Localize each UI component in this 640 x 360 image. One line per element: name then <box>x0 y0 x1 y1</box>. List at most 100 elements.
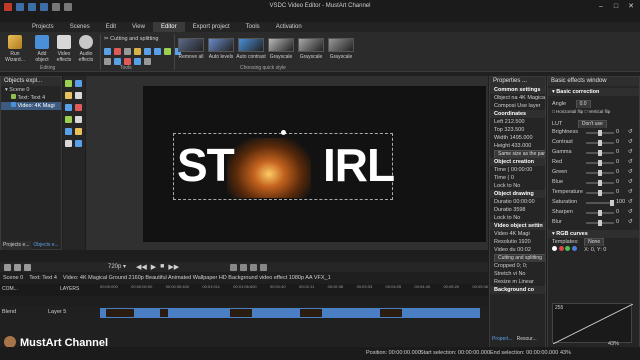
vertical-flip-checkbox[interactable]: □ Vertical flip <box>585 109 611 114</box>
property-row[interactable]: Top 323.500 <box>490 126 545 134</box>
menu-scenes[interactable]: Scenes <box>62 22 98 32</box>
menu-editor[interactable]: Editor <box>152 22 185 32</box>
slider-track[interactable] <box>586 150 614 156</box>
stop-icon[interactable]: ■ <box>160 263 164 271</box>
play-icon[interactable]: ▶ <box>151 263 156 271</box>
marker-icon[interactable] <box>250 264 257 271</box>
property-row[interactable]: Time ( 0 <box>490 174 545 182</box>
channel-white-dot[interactable] <box>552 246 557 251</box>
slider-knob[interactable] <box>598 140 602 146</box>
property-row[interactable]: Object na 4K Magical <box>490 94 545 102</box>
tool-icon-3[interactable] <box>124 48 131 55</box>
video-effects-button[interactable]: Video effects <box>53 35 75 63</box>
breadcrumb-scene[interactable]: Scene 0 <box>0 273 26 283</box>
tab-projects-explorer[interactable]: Projects e... <box>1 241 32 250</box>
close-icon[interactable]: ✕ <box>626 2 636 12</box>
reset-icon[interactable]: ↺ <box>628 158 633 166</box>
property-row[interactable]: Height 433.000 <box>490 142 545 150</box>
channel-red-dot[interactable] <box>558 246 564 251</box>
reset-icon[interactable]: ↺ <box>628 198 633 206</box>
property-row[interactable]: Width 1495.000 <box>490 134 545 142</box>
channel-green-dot[interactable] <box>565 246 571 251</box>
forward-icon[interactable]: ▶▶ <box>168 263 179 271</box>
zoom-in-icon[interactable] <box>14 264 21 271</box>
reset-icon[interactable]: ↺ <box>628 218 633 226</box>
slider-track[interactable] <box>586 170 614 176</box>
vertical-tool-icon[interactable] <box>75 104 82 111</box>
property-row[interactable]: Resolutio 1920 <box>490 238 545 246</box>
tree-item-video[interactable]: Video: 4K Magi <box>1 102 61 110</box>
quick-style-thumb[interactable] <box>328 38 354 52</box>
slider-track[interactable] <box>586 220 614 226</box>
breadcrumb-video[interactable]: Video: 4K Magical Ground 2160p Beautiful… <box>60 273 334 283</box>
tab-resources[interactable]: Resour... <box>515 335 539 345</box>
tool-icon-5[interactable] <box>144 48 151 55</box>
vertical-tool-icon[interactable] <box>75 116 82 123</box>
vertical-tool-icon[interactable] <box>65 92 72 99</box>
tool-icon-6[interactable] <box>154 48 161 55</box>
quick-style-thumb[interactable] <box>208 38 234 52</box>
tool-icon-10[interactable] <box>114 58 121 65</box>
property-row[interactable]: Stretch vi No <box>490 270 545 278</box>
video-clip[interactable] <box>100 308 480 318</box>
split-icon[interactable] <box>260 264 267 271</box>
property-row[interactable]: Left 212.500 <box>490 118 545 126</box>
vertical-tool-icon[interactable] <box>65 140 72 147</box>
quick-style-thumb[interactable] <box>268 38 294 52</box>
slider-track[interactable] <box>586 160 614 166</box>
reset-icon[interactable]: ↺ <box>628 188 633 196</box>
lut-select[interactable]: Don't use <box>577 120 607 128</box>
menu-activation[interactable]: Activation <box>268 22 310 32</box>
rotate-handle[interactable] <box>281 130 286 135</box>
slider-knob[interactable] <box>598 180 602 186</box>
audio-effects-button[interactable]: Audio effects <box>75 35 97 63</box>
quick-style-thumb[interactable] <box>178 38 204 52</box>
property-section[interactable]: Object creation <box>490 158 545 166</box>
quick-style-thumb[interactable] <box>238 38 264 52</box>
slider-knob[interactable] <box>598 130 602 136</box>
reset-icon[interactable]: ↺ <box>628 178 633 186</box>
tree-item-text[interactable]: Text: Text 4 <box>1 94 61 102</box>
vertical-tool-icon[interactable] <box>65 80 72 87</box>
slider-knob[interactable] <box>598 170 602 176</box>
slider-knob[interactable] <box>598 220 602 226</box>
property-section[interactable]: Object drawing <box>490 190 545 198</box>
property-row[interactable]: Video 4K Magi <box>490 230 545 238</box>
property-button[interactable]: Cutting and splitting <box>490 254 545 262</box>
fit-icon[interactable] <box>24 264 31 271</box>
property-row[interactable]: Lock to No <box>490 214 545 222</box>
slider-knob[interactable] <box>610 200 614 206</box>
property-row[interactable]: Resize m Linear <box>490 278 545 286</box>
menu-edit[interactable]: Edit <box>98 22 124 32</box>
reset-icon[interactable]: ↺ <box>628 148 633 156</box>
slider-track[interactable] <box>586 140 614 146</box>
property-section[interactable]: Coordinates <box>490 110 545 118</box>
video-preview[interactable]: ST IRL <box>143 86 486 242</box>
tab-properties[interactable]: Propert... <box>490 335 515 345</box>
loop-icon[interactable] <box>230 264 237 271</box>
breadcrumb-text[interactable]: Text: Text 4 <box>26 273 60 283</box>
vertical-tool-icon[interactable] <box>65 104 72 111</box>
tool-icon-1[interactable] <box>104 48 111 55</box>
vertical-tool-icon[interactable] <box>65 128 72 135</box>
reset-icon[interactable]: ↺ <box>628 208 633 216</box>
menu-tools[interactable]: Tools <box>238 22 268 32</box>
rgb-curves-section[interactable]: ▾ RGB curves <box>548 230 639 238</box>
run-wizard-button[interactable]: Run Wizard... <box>4 35 26 63</box>
vertical-tool-icon[interactable] <box>65 116 72 123</box>
resolution-select[interactable]: 720p ▾ <box>108 263 126 270</box>
slider-knob[interactable] <box>598 160 602 166</box>
rgb-curve-graph[interactable]: 255 <box>552 303 634 345</box>
property-row[interactable]: Duratio 3598 <box>490 206 545 214</box>
tool-icon-7[interactable] <box>164 48 171 55</box>
property-row[interactable]: Time ( 00:00:00 <box>490 166 545 174</box>
property-row[interactable]: Composi Use layer <box>490 102 545 110</box>
rewind-icon[interactable]: ◀◀ <box>136 263 147 271</box>
horizontal-flip-checkbox[interactable]: □ Horizontal flip <box>552 109 583 114</box>
tool-icon-11[interactable] <box>124 58 131 65</box>
reset-icon[interactable]: ↺ <box>628 138 633 146</box>
vertical-tool-icon[interactable] <box>75 80 82 87</box>
property-row[interactable]: Video du 00:02 <box>490 246 545 254</box>
maximize-icon[interactable]: □ <box>611 2 621 12</box>
tree-item-scene[interactable]: ▾ Scene 0 <box>1 86 61 94</box>
